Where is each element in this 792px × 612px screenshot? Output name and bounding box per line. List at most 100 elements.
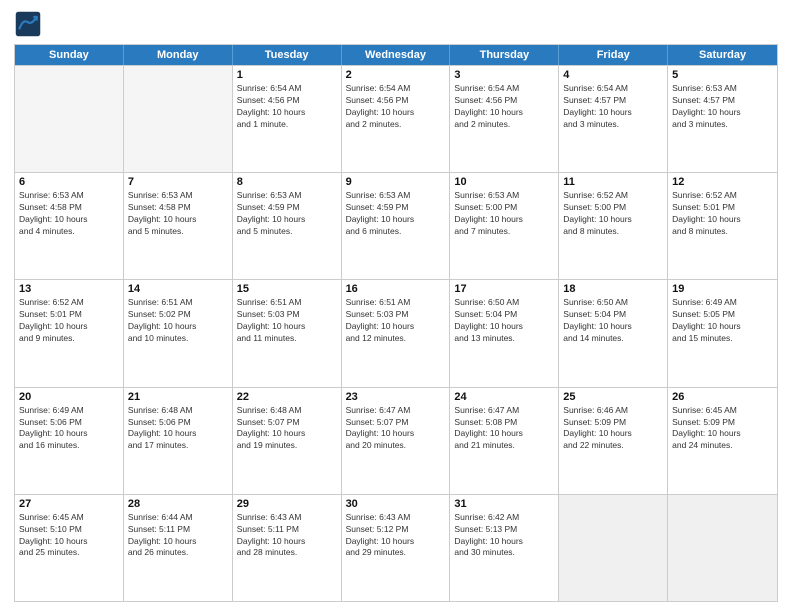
day-info: Sunrise: 6:48 AM Sunset: 5:06 PM Dayligh… <box>128 405 228 453</box>
day-info: Sunrise: 6:54 AM Sunset: 4:56 PM Dayligh… <box>237 83 337 131</box>
day-number: 26 <box>672 391 773 403</box>
cal-cell-empty-46 <box>668 495 777 601</box>
day-info: Sunrise: 6:52 AM Sunset: 5:00 PM Dayligh… <box>563 190 663 238</box>
logo <box>14 10 46 38</box>
cal-cell-29: 29 Sunrise: 6:43 AM Sunset: 5:11 PM Dayli… <box>233 495 342 601</box>
day-number: 5 <box>672 69 773 81</box>
day-info: Sunrise: 6:53 AM Sunset: 4:58 PM Dayligh… <box>128 190 228 238</box>
day-info: Sunrise: 6:45 AM Sunset: 5:10 PM Dayligh… <box>19 512 119 560</box>
day-info: Sunrise: 6:42 AM Sunset: 5:13 PM Dayligh… <box>454 512 554 560</box>
week-row-1: 1 Sunrise: 6:54 AM Sunset: 4:56 PM Daylig… <box>15 65 777 172</box>
day-info: Sunrise: 6:43 AM Sunset: 5:11 PM Dayligh… <box>237 512 337 560</box>
day-number: 4 <box>563 69 663 81</box>
cal-cell-2: 2 Sunrise: 6:54 AM Sunset: 4:56 PM Daylig… <box>342 66 451 172</box>
day-number: 21 <box>128 391 228 403</box>
day-info: Sunrise: 6:54 AM Sunset: 4:56 PM Dayligh… <box>346 83 446 131</box>
cal-cell-18: 18Sunrise: 6:50 AM Sunset: 5:04 PM Dayli… <box>559 280 668 386</box>
cal-cell-25: 25 Sunrise: 6:46 AM Sunset: 5:09 PM Dayli… <box>559 388 668 494</box>
cal-cell-16: 16 Sunrise: 6:51 AM Sunset: 5:03 PM Dayli… <box>342 280 451 386</box>
calendar-body: 1 Sunrise: 6:54 AM Sunset: 4:56 PM Daylig… <box>15 65 777 601</box>
cal-cell-17: 17Sunrise: 6:50 AM Sunset: 5:04 PM Dayli… <box>450 280 559 386</box>
cal-cell-15: 15 Sunrise: 6:51 AM Sunset: 5:03 PM Dayli… <box>233 280 342 386</box>
day-info: Sunrise: 6:47 AM Sunset: 5:08 PM Dayligh… <box>454 405 554 453</box>
day-info: Sunrise: 6:45 AM Sunset: 5:09 PM Dayligh… <box>672 405 773 453</box>
cal-cell-5: 5 Sunrise: 6:53 AM Sunset: 4:57 PM Daylig… <box>668 66 777 172</box>
day-number: 27 <box>19 498 119 510</box>
day-info: Sunrise: 6:50 AM Sunset: 5:04 PM Dayligh… <box>454 297 554 345</box>
cal-cell-9: 9Sunrise: 6:53 AM Sunset: 4:59 PM Daylig… <box>342 173 451 279</box>
day-number: 18 <box>563 283 663 295</box>
weekday-header-monday: Monday <box>124 45 233 65</box>
cal-cell-3: 3Sunrise: 6:54 AM Sunset: 4:56 PM Daylig… <box>450 66 559 172</box>
day-number: 28 <box>128 498 228 510</box>
day-info: Sunrise: 6:47 AM Sunset: 5:07 PM Dayligh… <box>346 405 446 453</box>
day-info: Sunrise: 6:53 AM Sunset: 5:00 PM Dayligh… <box>454 190 554 238</box>
weekday-header-sunday: Sunday <box>15 45 124 65</box>
day-number: 14 <box>128 283 228 295</box>
week-row-4: 20Sunrise: 6:49 AM Sunset: 5:06 PM Dayli… <box>15 387 777 494</box>
day-number: 31 <box>454 498 554 510</box>
cal-cell-8: 8Sunrise: 6:53 AM Sunset: 4:59 PM Daylig… <box>233 173 342 279</box>
day-info: Sunrise: 6:44 AM Sunset: 5:11 PM Dayligh… <box>128 512 228 560</box>
day-number: 25 <box>563 391 663 403</box>
day-info: Sunrise: 6:49 AM Sunset: 5:06 PM Dayligh… <box>19 405 119 453</box>
day-number: 13 <box>19 283 119 295</box>
cal-cell-28: 28 Sunrise: 6:44 AM Sunset: 5:11 PM Dayli… <box>124 495 233 601</box>
cal-cell-7: 7 Sunrise: 6:53 AM Sunset: 4:58 PM Daylig… <box>124 173 233 279</box>
cal-cell-31: 31 Sunrise: 6:42 AM Sunset: 5:13 PM Dayli… <box>450 495 559 601</box>
cal-cell-26: 26 Sunrise: 6:45 AM Sunset: 5:09 PM Dayli… <box>668 388 777 494</box>
day-number: 10 <box>454 176 554 188</box>
weekday-header-tuesday: Tuesday <box>233 45 342 65</box>
day-number: 16 <box>346 283 446 295</box>
day-info: Sunrise: 6:51 AM Sunset: 5:03 PM Dayligh… <box>237 297 337 345</box>
day-info: Sunrise: 6:43 AM Sunset: 5:12 PM Dayligh… <box>346 512 446 560</box>
weekday-header-wednesday: Wednesday <box>342 45 451 65</box>
cal-cell-1: 1 Sunrise: 6:54 AM Sunset: 4:56 PM Daylig… <box>233 66 342 172</box>
logo-icon <box>14 10 42 38</box>
day-number: 24 <box>454 391 554 403</box>
day-number: 11 <box>563 176 663 188</box>
day-info: Sunrise: 6:51 AM Sunset: 5:02 PM Dayligh… <box>128 297 228 345</box>
cal-cell-20: 20Sunrise: 6:49 AM Sunset: 5:06 PM Dayli… <box>15 388 124 494</box>
day-number: 23 <box>346 391 446 403</box>
day-number: 15 <box>237 283 337 295</box>
week-row-5: 27 Sunrise: 6:45 AM Sunset: 5:10 PM Dayli… <box>15 494 777 601</box>
cal-cell-24: 24 Sunrise: 6:47 AM Sunset: 5:08 PM Dayli… <box>450 388 559 494</box>
cal-cell-13: 13 Sunrise: 6:52 AM Sunset: 5:01 PM Dayli… <box>15 280 124 386</box>
day-number: 19 <box>672 283 773 295</box>
day-info: Sunrise: 6:53 AM Sunset: 4:59 PM Dayligh… <box>237 190 337 238</box>
cal-cell-23: 23 Sunrise: 6:47 AM Sunset: 5:07 PM Dayli… <box>342 388 451 494</box>
weekday-header-saturday: Saturday <box>668 45 777 65</box>
day-number: 29 <box>237 498 337 510</box>
day-number: 1 <box>237 69 337 81</box>
weekday-header-thursday: Thursday <box>450 45 559 65</box>
cal-cell-22: 22Sunrise: 6:48 AM Sunset: 5:07 PM Dayli… <box>233 388 342 494</box>
day-info: Sunrise: 6:51 AM Sunset: 5:03 PM Dayligh… <box>346 297 446 345</box>
week-row-2: 6 Sunrise: 6:53 AM Sunset: 4:58 PM Daylig… <box>15 172 777 279</box>
day-info: Sunrise: 6:52 AM Sunset: 5:01 PM Dayligh… <box>19 297 119 345</box>
day-number: 9 <box>346 176 446 188</box>
cal-cell-empty-45 <box>559 495 668 601</box>
cal-cell-4: 4Sunrise: 6:54 AM Sunset: 4:57 PM Daylig… <box>559 66 668 172</box>
day-number: 6 <box>19 176 119 188</box>
day-number: 12 <box>672 176 773 188</box>
day-info: Sunrise: 6:48 AM Sunset: 5:07 PM Dayligh… <box>237 405 337 453</box>
header <box>14 10 778 38</box>
day-number: 3 <box>454 69 554 81</box>
calendar-header: SundayMondayTuesdayWednesdayThursdayFrid… <box>15 45 777 65</box>
weekday-header-friday: Friday <box>559 45 668 65</box>
cal-cell-27: 27 Sunrise: 6:45 AM Sunset: 5:10 PM Dayli… <box>15 495 124 601</box>
day-number: 7 <box>128 176 228 188</box>
cal-cell-6: 6Sunrise: 6:53 AM Sunset: 4:58 PM Daylig… <box>15 173 124 279</box>
day-info: Sunrise: 6:49 AM Sunset: 5:05 PM Dayligh… <box>672 297 773 345</box>
day-info: Sunrise: 6:53 AM Sunset: 4:57 PM Dayligh… <box>672 83 773 131</box>
cal-cell-empty-00 <box>15 66 124 172</box>
day-number: 30 <box>346 498 446 510</box>
cal-cell-14: 14 Sunrise: 6:51 AM Sunset: 5:02 PM Dayli… <box>124 280 233 386</box>
day-info: Sunrise: 6:46 AM Sunset: 5:09 PM Dayligh… <box>563 405 663 453</box>
cal-cell-19: 19 Sunrise: 6:49 AM Sunset: 5:05 PM Dayli… <box>668 280 777 386</box>
cal-cell-10: 10 Sunrise: 6:53 AM Sunset: 5:00 PM Dayli… <box>450 173 559 279</box>
week-row-3: 13 Sunrise: 6:52 AM Sunset: 5:01 PM Dayli… <box>15 279 777 386</box>
day-number: 2 <box>346 69 446 81</box>
cal-cell-empty-01 <box>124 66 233 172</box>
